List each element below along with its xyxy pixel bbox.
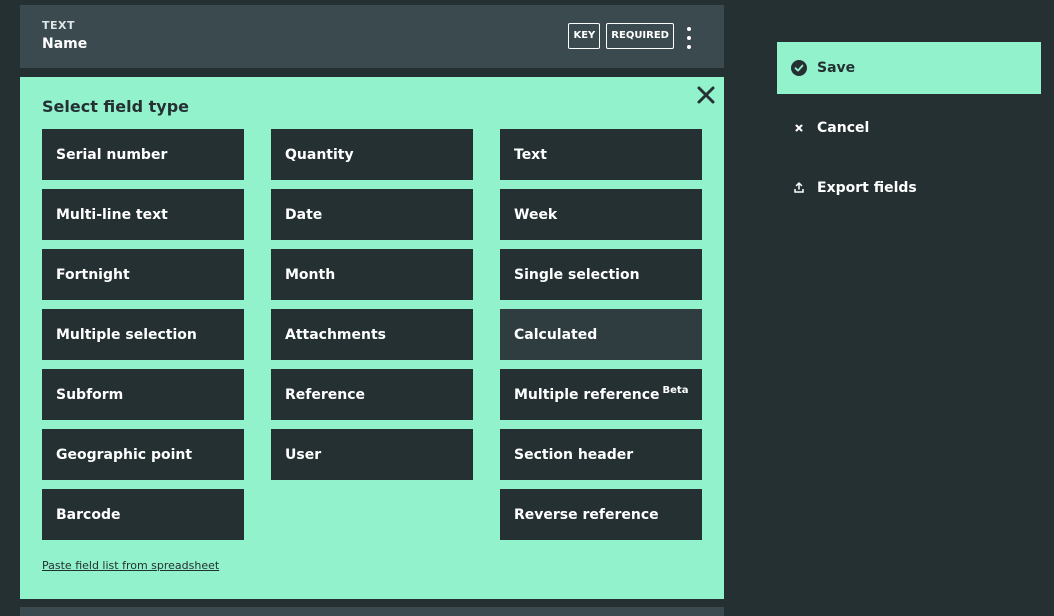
export-fields-button[interactable]: Export fields	[777, 162, 1041, 214]
field-type-multi-line-text[interactable]: Multi-line text	[42, 189, 244, 240]
field-type-date[interactable]: Date	[271, 189, 473, 240]
save-button[interactable]: Save	[777, 42, 1041, 94]
field-card[interactable]: TEXT Name KEY REQUIRED	[20, 5, 724, 68]
field-type-serial-number[interactable]: Serial number	[42, 129, 244, 180]
key-badge: KEY	[568, 23, 601, 49]
export-icon	[791, 180, 807, 196]
field-type-barcode[interactable]: Barcode	[42, 489, 244, 540]
field-type-section-header[interactable]: Section header	[500, 429, 702, 480]
field-type-subform[interactable]: Subform	[42, 369, 244, 420]
field-type-multiple-reference[interactable]: Multiple reference Beta	[500, 369, 702, 420]
field-type-reverse-reference[interactable]: Reverse reference	[500, 489, 702, 540]
field-type-month[interactable]: Month	[271, 249, 473, 300]
panel-title: Select field type	[42, 97, 190, 116]
close-icon	[791, 120, 807, 136]
cancel-button[interactable]: Cancel	[777, 102, 1041, 154]
beta-label: Beta	[662, 385, 689, 396]
cancel-label: Cancel	[817, 120, 870, 136]
field-type-calculated[interactable]: Calculated	[500, 309, 702, 360]
multiple-reference-label: Multiple reference	[514, 386, 660, 403]
paste-field-list-link[interactable]: Paste field list from spreadsheet	[42, 559, 219, 572]
field-type-quantity[interactable]: Quantity	[271, 129, 473, 180]
required-badge: REQUIRED	[606, 23, 674, 49]
field-type-panel: Select field type Serial number Multi-li…	[20, 77, 724, 599]
field-type-text[interactable]: Text	[500, 129, 702, 180]
field-type-user[interactable]: User	[271, 429, 473, 480]
field-type-grid: Serial number Multi-line text Fortnight …	[42, 129, 702, 540]
field-type-week[interactable]: Week	[500, 189, 702, 240]
next-field-card[interactable]	[20, 607, 724, 616]
check-circle-icon	[791, 60, 807, 76]
field-type-fortnight[interactable]: Fortnight	[42, 249, 244, 300]
field-type-single-selection[interactable]: Single selection	[500, 249, 702, 300]
export-label: Export fields	[817, 180, 917, 196]
save-label: Save	[817, 60, 856, 76]
field-type-multiple-selection[interactable]: Multiple selection	[42, 309, 244, 360]
field-type-reference[interactable]: Reference	[271, 369, 473, 420]
close-icon[interactable]	[696, 85, 716, 105]
action-sidebar: Save Cancel Export fields	[777, 42, 1041, 222]
badge-group: KEY REQUIRED	[568, 23, 674, 49]
field-type-attachments[interactable]: Attachments	[271, 309, 473, 360]
field-type-geographic-point[interactable]: Geographic point	[42, 429, 244, 480]
more-options-icon[interactable]	[684, 27, 694, 49]
